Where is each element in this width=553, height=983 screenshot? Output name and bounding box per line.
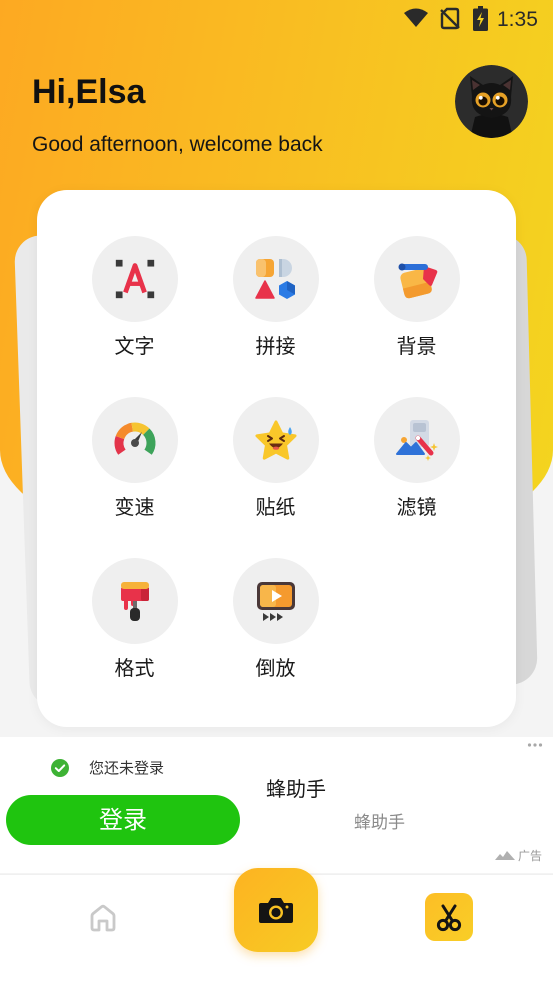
ad-label: 广告	[518, 849, 543, 863]
sticker-icon	[254, 420, 297, 460]
tool-icon-circle	[232, 558, 319, 644]
greeting-subtitle: Good afternoon, welcome back	[32, 133, 323, 156]
home-icon[interactable]	[87, 902, 119, 934]
camera-icon	[259, 898, 293, 923]
background-icon	[398, 263, 437, 299]
tools-card: 文字 拼接 背景 变速 贴纸 滤镜 格式 倒放	[37, 190, 516, 727]
login-notice: 您还未登录	[89, 759, 165, 777]
avatar[interactable]	[455, 65, 528, 138]
camera-button[interactable]	[234, 868, 318, 952]
tool-label: 变速	[114, 495, 155, 519]
tool-background[interactable]: 背景	[346, 236, 487, 397]
ad-subtitle: 蜂助手	[354, 813, 405, 833]
tool-icon-circle	[91, 236, 178, 322]
format-icon	[120, 582, 149, 621]
tool-collage[interactable]: 拼接	[205, 236, 346, 397]
tool-label: 贴纸	[255, 495, 296, 519]
scissors-icon	[436, 904, 462, 932]
tool-icon-circle	[232, 397, 319, 483]
login-button[interactable]: 登录	[6, 795, 240, 845]
tools-grid: 文字 拼接 背景 变速 贴纸 滤镜 格式 倒放	[64, 236, 487, 719]
tool-icon-circle	[232, 236, 319, 322]
tool-icon-circle	[373, 397, 460, 483]
status-time: 1:35	[497, 8, 538, 31]
reverse-play-icon	[256, 582, 295, 621]
ad-title: 蜂助手	[266, 777, 326, 801]
tool-label: 文字	[114, 334, 155, 358]
tool-speed[interactable]: 变速	[64, 397, 205, 558]
tool-label: 倒放	[255, 656, 296, 680]
tool-label: 背景	[396, 334, 437, 358]
filter-icon	[395, 420, 438, 461]
greeting-title: Hi,Elsa	[32, 73, 146, 111]
speed-gauge-icon	[114, 422, 155, 455]
collage-icon	[254, 259, 295, 299]
more-icon[interactable]	[527, 741, 543, 749]
tool-label: 格式	[114, 656, 155, 680]
status-bar: 1:35	[0, 0, 553, 40]
battery-charging-icon	[473, 6, 488, 31]
check-circle-icon	[51, 759, 69, 777]
tool-icon-circle	[91, 558, 178, 644]
tool-filter[interactable]: 滤镜	[346, 397, 487, 558]
black-cat-avatar	[455, 65, 528, 138]
ad-logo-icon	[495, 851, 515, 860]
text-icon	[115, 259, 154, 299]
wifi-icon	[404, 8, 428, 27]
tool-reverse[interactable]: 倒放	[205, 558, 346, 719]
tool-icon-circle	[91, 397, 178, 483]
tool-icon-circle	[373, 236, 460, 322]
tool-text[interactable]: 文字	[64, 236, 205, 397]
edit-button[interactable]	[425, 893, 473, 941]
tool-label: 拼接	[255, 334, 296, 358]
no-sim-icon	[440, 7, 460, 30]
tool-label: 滤镜	[396, 495, 437, 519]
tool-sticker[interactable]: 贴纸	[205, 397, 346, 558]
tool-format[interactable]: 格式	[64, 558, 205, 719]
